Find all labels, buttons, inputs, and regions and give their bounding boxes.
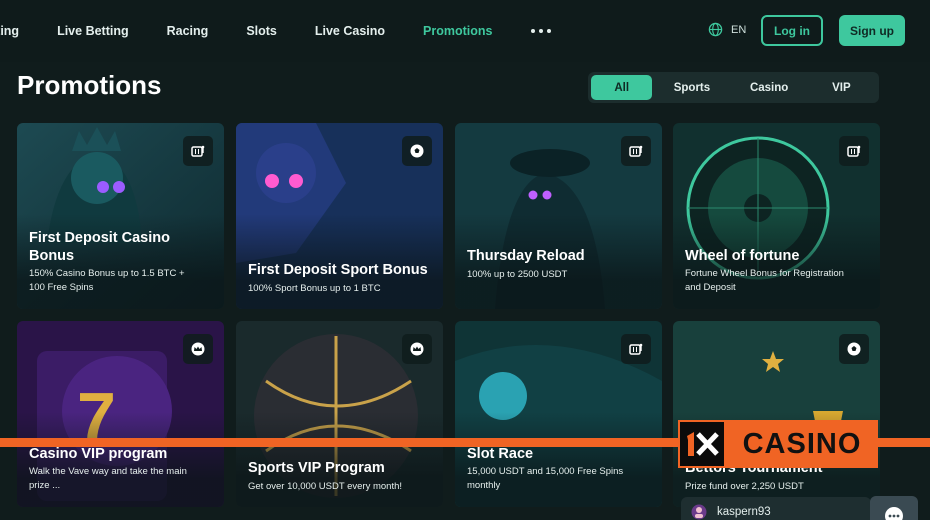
user-chip[interactable]: kaspern93 xyxy=(681,497,871,520)
promo-subtitle: Walk the Vave way and take the main prize… xyxy=(29,466,187,491)
promo-card-casino-vip[interactable]: 7 Casino VIP program Walk the Vave way a… xyxy=(17,321,224,507)
promo-subtitle: Fortune Wheel Bonus for Registration and … xyxy=(685,268,844,293)
nav-item-promotions[interactable]: Promotions xyxy=(423,24,492,38)
filter-tab-vip[interactable]: VIP xyxy=(807,75,876,100)
language-selector[interactable]: EN xyxy=(708,22,746,37)
nav-item-slots[interactable]: Slots xyxy=(246,24,277,38)
page-title: Promotions xyxy=(17,70,162,100)
filter-tab-casino[interactable]: Casino xyxy=(732,75,807,100)
nav-item-racing[interactable]: Racing xyxy=(167,24,209,38)
crown-icon xyxy=(402,334,432,364)
promo-title: Wheel of fortune xyxy=(685,248,800,264)
promo-card-slot-race[interactable]: Slot Race 15,000 USDT and 15,000 Free Sp… xyxy=(455,321,662,507)
promo-filter-tabs: All Sports Casino VIP xyxy=(588,72,879,103)
soccer-ball-icon xyxy=(402,136,432,166)
promo-title: Casino VIP program xyxy=(29,446,168,462)
promo-title: Slot Race xyxy=(467,446,534,462)
promo-subtitle: Prize fund over 2,250 USDT xyxy=(685,481,804,492)
promo-card-wheel-of-fortune[interactable]: Wheel of fortune Fortune Wheel Bonus for… xyxy=(673,123,880,309)
promo-subtitle: 100% up to 2500 USDT xyxy=(467,269,568,280)
promo-title: First Deposit Casino Bonus xyxy=(29,230,170,264)
chat-icon xyxy=(885,507,903,520)
slot-machine-icon xyxy=(839,136,869,166)
crown-icon xyxy=(183,334,213,364)
nav-item-live-casino[interactable]: Live Casino xyxy=(315,24,385,38)
promo-subtitle: 15,000 USDT and 15,000 Free Spins monthly xyxy=(467,466,624,491)
slot-machine-icon xyxy=(183,136,213,166)
filter-tab-sports[interactable]: Sports xyxy=(652,75,731,100)
globe-icon xyxy=(708,22,723,37)
slot-machine-icon xyxy=(621,334,651,364)
language-label: EN xyxy=(731,23,747,36)
avatar-icon xyxy=(691,504,707,520)
nav-item-betting[interactable]: tting xyxy=(0,24,19,38)
promo-card-thursday-reload[interactable]: Thursday Reload 100% up to 2500 USDT xyxy=(455,123,662,309)
promo-card-sports-vip[interactable]: Sports VIP Program Get over 10,000 USDT … xyxy=(236,321,443,507)
login-button[interactable]: Log in xyxy=(761,15,823,46)
promo-subtitle: 150% Casino Bonus up to 1.5 BTC +100 Fre… xyxy=(29,268,185,293)
promo-card-bettors-tournament[interactable]: Bettors Tournament Prize fund over 2,250… xyxy=(673,321,880,507)
promo-subtitle: Get over 10,000 USDT every month! xyxy=(248,481,403,492)
logo-mark-icon xyxy=(678,420,726,468)
promo-title: Thursday Reload xyxy=(467,248,585,264)
username: kaspern93 xyxy=(717,506,771,518)
more-dots-icon[interactable] xyxy=(530,29,551,33)
promo-card-first-deposit-sport[interactable]: First Deposit Sport Bonus 100% Sport Bon… xyxy=(236,123,443,309)
main-nav: tting Live Betting Racing Slots Live Cas… xyxy=(0,0,551,62)
nav-item-live-betting[interactable]: Live Betting xyxy=(57,24,129,38)
promo-title: First Deposit Sport Bonus xyxy=(248,262,428,278)
promo-card-first-deposit-casino[interactable]: First Deposit Casino Bonus 150% Casino Bo… xyxy=(17,123,224,309)
chat-button[interactable] xyxy=(870,496,918,520)
top-navigation-bar: tting Live Betting Racing Slots Live Cas… xyxy=(0,0,930,62)
promo-subtitle: 100% Sport Bonus up to 1 BTC xyxy=(248,283,381,294)
casino-logo: CASINO xyxy=(678,420,878,468)
soccer-ball-icon xyxy=(839,334,869,364)
filter-tab-all[interactable]: All xyxy=(591,75,653,100)
slot-machine-icon xyxy=(621,136,651,166)
logo-word: CASINO xyxy=(726,420,878,468)
promo-title: Sports VIP Program xyxy=(248,460,385,476)
signup-button[interactable]: Sign up xyxy=(839,15,905,46)
